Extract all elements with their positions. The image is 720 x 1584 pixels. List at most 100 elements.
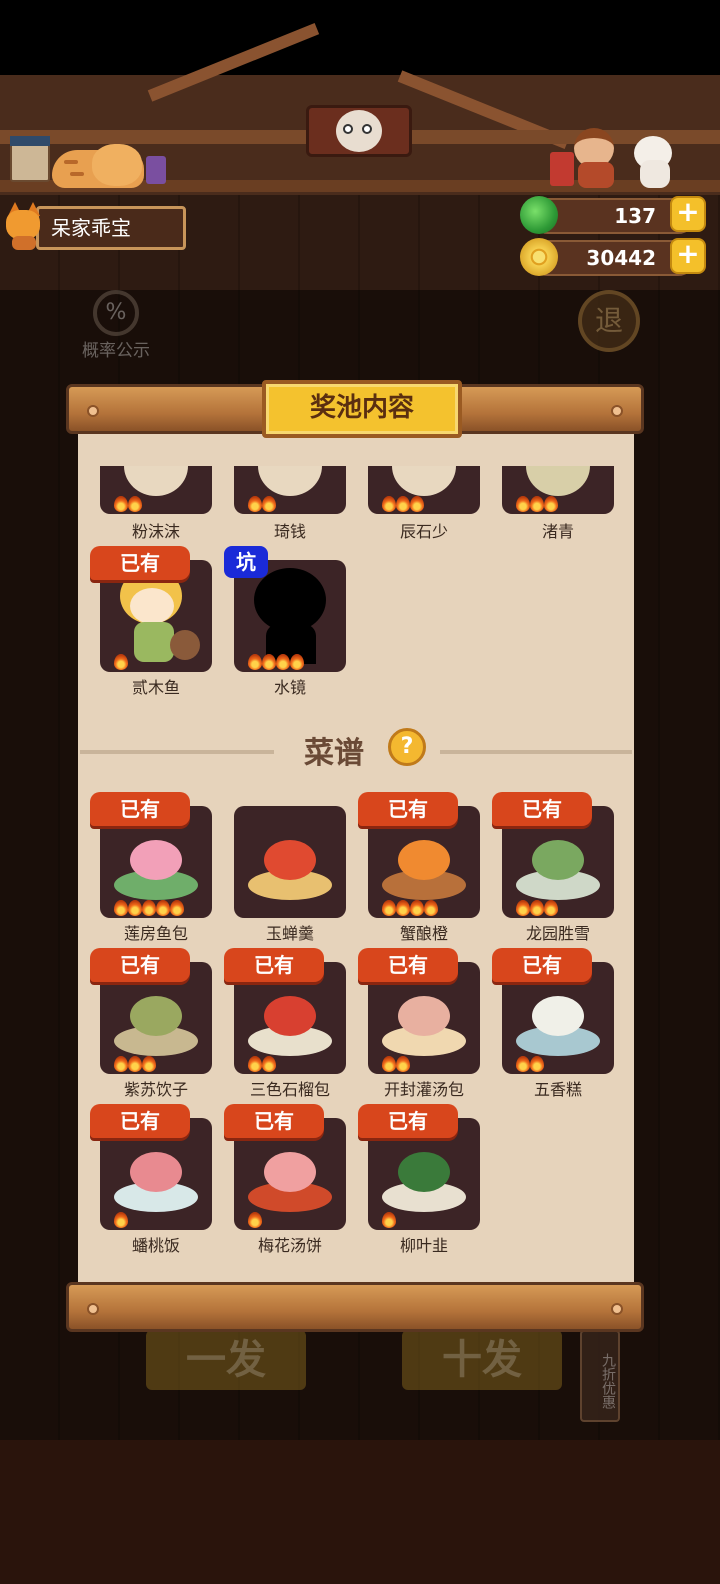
section-divider-left bbox=[80, 750, 274, 754]
recipe-card-name: 开封灌汤包 bbox=[383, 1080, 464, 1099]
flame-icon bbox=[170, 900, 184, 916]
flame-rating bbox=[516, 496, 558, 512]
recipe-card-name: 紫苏饮子 bbox=[123, 1080, 188, 1099]
character-card-name: 辰石少 bbox=[399, 522, 448, 541]
recipe-card-name: 蟹酿橙 bbox=[399, 924, 448, 943]
help-icon[interactable]: ? bbox=[388, 728, 426, 766]
flame-icon bbox=[114, 1056, 128, 1072]
recipe-card-name: 莲房鱼包 bbox=[123, 924, 188, 943]
flame-rating bbox=[114, 1056, 156, 1072]
flame-icon bbox=[544, 496, 558, 512]
pit-badge: 坑 bbox=[224, 546, 268, 578]
owned-badge: 已有 bbox=[492, 948, 592, 982]
flame-icon bbox=[262, 1056, 276, 1072]
prize-pool-list[interactable]: 粉沫沫 琦钱 辰石少 渚青 已有 贰木鱼坑水镜 菜谱 ? 已有 莲房鱼包 玉蝉羹 已有 蟹酿橙已… bbox=[78, 466, 634, 1276]
flame-icon bbox=[516, 900, 530, 916]
flame-icon bbox=[262, 496, 276, 512]
cat-stripe bbox=[64, 160, 78, 164]
flame-icon bbox=[114, 496, 128, 512]
scroll-rod-bottom bbox=[66, 1282, 644, 1332]
dish-food-icon bbox=[264, 840, 316, 880]
flame-icon bbox=[114, 900, 128, 916]
dish-food-icon bbox=[398, 1152, 450, 1192]
discount-tag: 九折优惠 bbox=[580, 1330, 620, 1422]
flame-icon bbox=[396, 1056, 410, 1072]
exit-button: 退 bbox=[578, 290, 640, 352]
flame-icon bbox=[276, 654, 290, 670]
copper-coin-icon bbox=[520, 238, 558, 276]
recipe-card-name: 龙园胜雪 bbox=[525, 924, 590, 943]
game-screen: 呆家乖宝 137 + 30442 + % 概率公示 退 一发 十发 九折优惠 奖… bbox=[0, 0, 720, 1584]
recipe-card-name: 玉蝉羹 bbox=[265, 924, 314, 943]
flame-icon bbox=[382, 1212, 396, 1228]
character-portrait-icon bbox=[258, 466, 322, 496]
dish-food-icon bbox=[130, 996, 182, 1036]
flame-icon bbox=[544, 900, 558, 916]
flame-icon bbox=[410, 900, 424, 916]
flame-icon bbox=[382, 496, 396, 512]
character-card-name: 水镜 bbox=[273, 678, 306, 697]
fox-avatar-icon[interactable] bbox=[4, 200, 44, 250]
locked-silhouette-icon bbox=[254, 568, 326, 632]
character-card-name: 贰木鱼 bbox=[131, 678, 180, 697]
player-name-plate[interactable]: 呆家乖宝 bbox=[36, 206, 186, 250]
recipe-card-thumbnail bbox=[234, 806, 346, 918]
character-card-thumbnail bbox=[502, 466, 614, 514]
panel-title: 奖池内容 bbox=[262, 380, 462, 438]
flame-icon bbox=[262, 654, 276, 670]
dish-food-icon bbox=[130, 1152, 182, 1192]
flame-icon bbox=[156, 900, 170, 916]
recipe-card-name: 梅花汤饼 bbox=[257, 1236, 322, 1255]
flame-icon bbox=[142, 1056, 156, 1072]
character-body bbox=[134, 622, 174, 662]
recipe-card-name: 蟠桃饭 bbox=[131, 1236, 180, 1255]
cat-stripe bbox=[70, 172, 84, 176]
flame-icon bbox=[530, 496, 544, 512]
character-card-thumbnail bbox=[234, 466, 346, 514]
character-card-thumbnail bbox=[100, 466, 212, 514]
character-card-name: 渚青 bbox=[541, 522, 574, 541]
owned-badge: 已有 bbox=[224, 948, 324, 982]
player-name: 呆家乖宝 bbox=[51, 216, 131, 240]
flame-icon bbox=[248, 654, 262, 670]
red-box-icon bbox=[550, 152, 574, 186]
flame-rating bbox=[382, 1056, 410, 1072]
jar-icon bbox=[146, 156, 166, 184]
dish-food-icon bbox=[532, 840, 584, 880]
recipe-section-title: 菜谱 bbox=[304, 736, 364, 771]
character-portrait-icon bbox=[124, 466, 188, 496]
flame-icon bbox=[248, 1212, 262, 1228]
flame-rating bbox=[114, 1212, 128, 1228]
probability-button: % 概率公示 bbox=[76, 290, 156, 361]
single-draw-button: 一发 bbox=[146, 1330, 306, 1390]
flame-rating bbox=[382, 1212, 396, 1228]
flame-icon bbox=[290, 654, 304, 670]
character-card-name: 琦钱 bbox=[273, 522, 306, 541]
coin-amount: 30442 bbox=[586, 246, 656, 270]
flame-icon bbox=[128, 1056, 142, 1072]
add-coin-button[interactable]: + bbox=[670, 238, 706, 274]
flame-rating bbox=[248, 1212, 262, 1228]
section-divider-right bbox=[440, 750, 632, 754]
add-jade-button[interactable]: + bbox=[670, 196, 706, 232]
flame-rating bbox=[382, 496, 424, 512]
green-gem-icon bbox=[520, 196, 558, 234]
flame-rating bbox=[248, 1056, 276, 1072]
flame-rating bbox=[114, 496, 142, 512]
flame-icon bbox=[396, 496, 410, 512]
flame-icon bbox=[128, 900, 142, 916]
flame-icon bbox=[382, 1056, 396, 1072]
dish-food-icon bbox=[398, 840, 450, 880]
jade-amount: 137 bbox=[614, 204, 656, 228]
flame-icon bbox=[424, 900, 438, 916]
flame-rating bbox=[382, 900, 438, 916]
flame-icon bbox=[248, 1056, 262, 1072]
mascot-eye-right bbox=[362, 124, 372, 134]
flame-icon bbox=[114, 1212, 128, 1228]
owned-badge: 已有 bbox=[90, 546, 190, 580]
flame-rating bbox=[248, 496, 276, 512]
flame-icon bbox=[128, 496, 142, 512]
sleeping-cat-icon bbox=[92, 144, 142, 186]
flame-icon bbox=[530, 1056, 544, 1072]
girl-character-body bbox=[578, 162, 614, 188]
